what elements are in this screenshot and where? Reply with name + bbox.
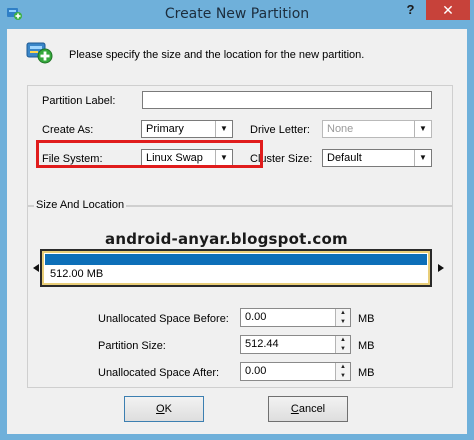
title-bar[interactable]: Create New Partition ? ✕: [0, 0, 474, 28]
chevron-up-icon[interactable]: ▲: [336, 363, 350, 371]
file-system-highlight-box: [36, 140, 263, 168]
partition-size-value: 512.44: [245, 338, 279, 350]
right-resize-arrow-icon[interactable]: [438, 264, 444, 272]
partition-map-bar[interactable]: 512.00 MB: [40, 249, 432, 287]
chevron-down-icon[interactable]: ▼: [336, 372, 350, 380]
new-partition-icon: [26, 42, 53, 64]
cancel-button[interactable]: Cancel: [268, 396, 348, 422]
watermark-text: android-anyar.blogspot.com: [105, 230, 348, 248]
size-location-title: Size And Location: [34, 199, 127, 211]
chevron-down-icon[interactable]: ▼: [336, 318, 350, 326]
drive-letter-caption: Drive Letter:: [250, 124, 310, 136]
cancel-button-label: ancel: [298, 403, 326, 415]
unallocated-after-caption: Unallocated Space After:: [98, 367, 220, 379]
chevron-down-icon[interactable]: ▼: [215, 121, 232, 137]
stepper-buttons: ▲ ▼: [335, 336, 350, 353]
chevron-down-icon[interactable]: ▼: [414, 150, 431, 166]
unallocated-before-caption: Unallocated Space Before:: [98, 313, 229, 325]
unallocated-after-unit: MB: [358, 367, 375, 379]
partition-label-input[interactable]: [142, 91, 432, 109]
partition-size-readout: 512.00 MB: [50, 268, 104, 280]
instruction-text: Please specify the size and the location…: [69, 49, 365, 61]
close-button[interactable]: ✕: [426, 0, 470, 20]
stepper-buttons: ▲ ▼: [335, 363, 350, 380]
stepper-buttons: ▲ ▼: [335, 309, 350, 326]
create-as-value: Primary: [146, 123, 184, 135]
unallocated-after-stepper[interactable]: 0.00 ▲ ▼: [240, 362, 351, 381]
left-resize-arrow-icon[interactable]: [33, 264, 39, 272]
drive-letter-value: None: [327, 123, 354, 135]
cluster-size-value: Default: [327, 152, 362, 164]
drive-letter-select: None ▼: [322, 120, 432, 138]
unallocated-before-unit: MB: [358, 313, 375, 325]
dialog-header: Please specify the size and the location…: [7, 29, 467, 77]
create-as-select[interactable]: Primary ▼: [141, 120, 233, 138]
chevron-up-icon[interactable]: ▲: [336, 309, 350, 317]
ok-button-mnemonic: O: [156, 403, 165, 415]
chevron-up-icon[interactable]: ▲: [336, 336, 350, 344]
chevron-down-icon[interactable]: ▼: [336, 345, 350, 353]
chevron-down-icon: ▼: [414, 121, 431, 137]
partition-properties-group: Partition Label: Create As: Primary ▼ Dr…: [27, 85, 453, 207]
dialog-client-area: Please specify the size and the location…: [7, 29, 467, 434]
cluster-size-select[interactable]: Default ▼: [322, 149, 432, 167]
partition-size-caption: Partition Size:: [98, 340, 166, 352]
unallocated-after-value: 0.00: [245, 365, 267, 377]
ok-button[interactable]: OK: [124, 396, 204, 422]
partition-fill[interactable]: [45, 254, 427, 265]
create-as-caption: Create As:: [42, 124, 94, 136]
partition-size-unit: MB: [358, 340, 375, 352]
cancel-button-mnemonic: C: [290, 403, 299, 415]
partition-label-caption: Partition Label:: [42, 95, 116, 107]
unallocated-before-value: 0.00: [245, 311, 267, 323]
unallocated-before-stepper[interactable]: 0.00 ▲ ▼: [240, 308, 351, 327]
partition-size-stepper[interactable]: 512.44 ▲ ▼: [240, 335, 351, 354]
create-partition-window: Create New Partition ? ✕ Please specify …: [0, 0, 474, 440]
ok-button-label: K: [164, 403, 172, 415]
help-button[interactable]: ?: [397, 0, 424, 20]
